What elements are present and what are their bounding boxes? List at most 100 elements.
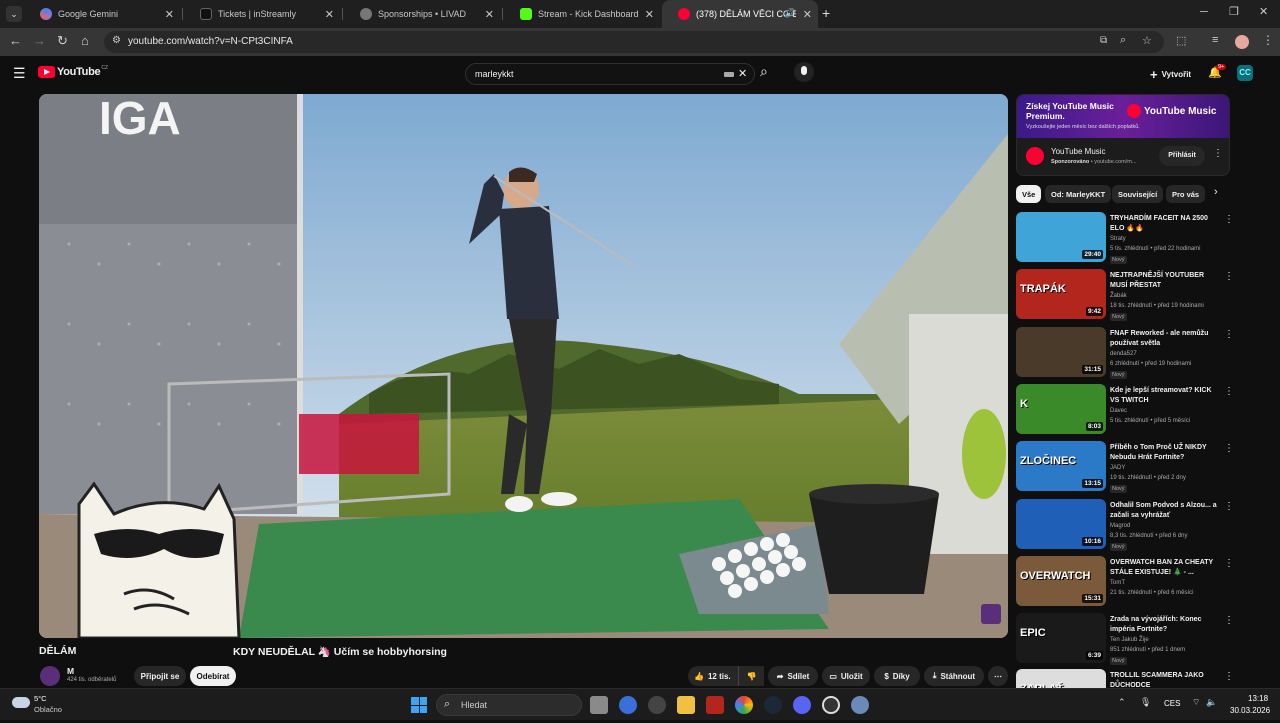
file-explorer-icon[interactable]	[677, 696, 695, 714]
search-icon[interactable]: ⌕	[760, 63, 768, 80]
address-bar[interactable]: ⚙ youtube.com/watch?v=N-CPt3CINFA ⧉ ⌕ ☆	[104, 31, 1164, 53]
subscribe-button[interactable]: Odebírat	[190, 666, 236, 686]
recommendation-item[interactable]: OVERWATCH 15:31 OVERWATCH BAN ZA CHEATY ST…	[1016, 556, 1236, 610]
save-button[interactable]: ▭ Uložit	[822, 666, 870, 686]
volume-icon[interactable]: 🔈	[1206, 697, 1217, 708]
close-icon[interactable]: ✕	[485, 8, 494, 21]
recommendation-title[interactable]: Zrada na vývojářích: Konec impéria Fortn…	[1110, 615, 1222, 635]
recommendation-title[interactable]: FNAF Reworked - ale nemůžu používat svět…	[1110, 329, 1222, 349]
recommendation-channel[interactable]: Magrod	[1110, 523, 1130, 529]
chip-related[interactable]: Související	[1112, 185, 1164, 203]
share-button[interactable]: ➦ Sdílet	[768, 666, 818, 686]
chip-all[interactable]: Vše	[1016, 185, 1042, 203]
chip-for-you[interactable]: Pro vás	[1166, 185, 1206, 203]
recommendation-item[interactable]: 10:16 Odhalil Som Podvod s Alzou... a zač…	[1016, 499, 1236, 553]
minimize-icon[interactable]: ─	[1200, 6, 1208, 18]
extensions-icon[interactable]: ⬚	[1176, 34, 1186, 47]
video-player[interactable]: IGA	[39, 94, 1008, 638]
clock-time[interactable]: 13:18	[1248, 694, 1268, 703]
clear-search-icon[interactable]: ✕	[738, 67, 747, 80]
video-thumbnail[interactable]: 10:16	[1016, 499, 1106, 549]
site-info-icon[interactable]: ⚙	[112, 35, 121, 46]
more-options-icon[interactable]: ⋮	[1224, 386, 1234, 397]
browser-menu-icon[interactable]: ⋮	[1262, 33, 1274, 47]
recommendation-title[interactable]: OVERWATCH BAN ZA CHEATY STÁLE EXISTUJE! …	[1110, 558, 1222, 578]
more-options-icon[interactable]: ⋮	[1224, 443, 1234, 454]
back-icon[interactable]: ←	[9, 33, 22, 48]
tab-youtube-active[interactable]: (378) DĚLÁM VĚCI CO BYCH 🔊 ✕	[662, 0, 818, 28]
search-input[interactable]: marleykkt ✕	[465, 63, 755, 85]
tab-sponsorships-livad[interactable]: Sponsorships • LIVAD ✕	[344, 0, 500, 28]
more-actions-button[interactable]: ⋯	[988, 666, 1008, 686]
windows-start-icon[interactable]	[411, 697, 427, 713]
wifi-icon[interactable]: ⌔	[1192, 697, 1200, 708]
channel-avatar[interactable]	[40, 666, 60, 686]
recommendation-item[interactable]: TRAPÁK 9:42 NEJTRAPNĚJŠÍ YOUTUBER MUSÍ PŘE…	[1016, 269, 1236, 323]
advertiser-avatar[interactable]	[1026, 147, 1044, 165]
microphone-tray-icon[interactable]: 🎙	[1140, 697, 1151, 708]
close-icon[interactable]: ✕	[165, 8, 174, 21]
obs-icon[interactable]	[822, 696, 840, 714]
teams-icon[interactable]	[619, 696, 637, 714]
steam-icon[interactable]	[764, 696, 782, 714]
recommendation-channel[interactable]: JADY	[1110, 465, 1125, 471]
recommendation-title[interactable]: Kde je lepší streamovat? KICK VS TWITCH	[1110, 386, 1222, 406]
bookmark-star-icon[interactable]: ☆	[1142, 34, 1152, 47]
weather-desc[interactable]: Oblačno	[34, 705, 62, 714]
video-thumbnail[interactable]: EPIC 6:39	[1016, 613, 1106, 663]
video-thumbnail[interactable]: TRAPÁK 9:42	[1016, 269, 1106, 319]
forward-icon[interactable]: →	[33, 33, 46, 48]
more-options-icon[interactable]: ⋮	[1224, 501, 1234, 512]
video-thumbnail[interactable]: OVERWATCH 15:31	[1016, 556, 1106, 606]
new-tab-button[interactable]: +	[822, 5, 830, 21]
install-app-icon[interactable]: ⧉	[1100, 35, 1107, 46]
url-text[interactable]: youtube.com/watch?v=N-CPt3CINFA	[128, 36, 293, 47]
youtube-logo[interactable]: YouTube CZ	[38, 65, 108, 78]
channel-name[interactable]: M	[67, 666, 74, 676]
recommendation-title[interactable]: TRYHARDÍM FACEIT NA 2500 ELO 🔥🔥	[1110, 214, 1222, 234]
more-options-icon[interactable]: ⋮	[1224, 615, 1234, 626]
more-options-icon[interactable]: ⋮	[1224, 671, 1234, 682]
more-options-icon[interactable]: ⋮	[1224, 329, 1234, 340]
video-thumbnail[interactable]: K 8:03	[1016, 384, 1106, 434]
recommendation-title[interactable]: Příběh o Tom Proč UŽ NIKDY Nebudu Hrát F…	[1110, 443, 1222, 463]
speaker-icon[interactable]: 🔊	[785, 8, 796, 19]
chip-from-channel[interactable]: Od: MarleyKKT	[1045, 185, 1112, 203]
recommendation-channel[interactable]: Žabák	[1110, 293, 1127, 299]
recommendation-item[interactable]: ZLOČINEC 13:15 Příběh o Tom Proč UŽ NIKDY …	[1016, 441, 1236, 495]
tab-tickets-instreamly[interactable]: Tickets | inStreamly ✕	[184, 0, 340, 28]
app-icon[interactable]	[648, 696, 666, 714]
search-value[interactable]: marleykkt	[475, 69, 514, 79]
recommendation-item[interactable]: 31:15 FNAF Reworked - ale nemůžu používat…	[1016, 327, 1236, 381]
tab-google-gemini[interactable]: Google Gemini ✕	[24, 0, 180, 28]
ad-banner[interactable]: Získej YouTube Music Premium. Vyzkoušejt…	[1017, 95, 1229, 138]
download-button[interactable]: ⤓ Stáhnout	[924, 666, 984, 686]
recommendation-title[interactable]: Odhalil Som Podvod s Alzou... a začali s…	[1110, 501, 1222, 521]
recommendation-channel[interactable]: Straty	[1110, 236, 1126, 242]
chrome-icon[interactable]	[735, 696, 753, 714]
video-thumbnail[interactable]: 29:40	[1016, 212, 1106, 262]
reload-icon[interactable]: ↻	[57, 33, 68, 49]
video-thumbnail[interactable]: ZLOČINEC 13:15	[1016, 441, 1106, 491]
close-icon[interactable]: ✕	[325, 8, 334, 21]
more-options-icon[interactable]: ⋮	[1224, 558, 1234, 569]
taskbar-search[interactable]: ⌕ Hledat	[436, 694, 582, 716]
close-icon[interactable]: ✕	[803, 8, 812, 21]
create-button[interactable]: + Vytvořit	[1150, 67, 1191, 82]
dislike-button[interactable]: 👎	[738, 666, 764, 686]
task-view-icon[interactable]	[590, 696, 608, 714]
recommendation-item[interactable]: K 8:03 Kde je lepší streamovat? KICK VS TW…	[1016, 384, 1236, 438]
thanks-button[interactable]: $ Díky	[874, 666, 920, 686]
recommendation-item[interactable]: 29:40 TRYHARDÍM FACEIT NA 2500 ELO 🔥🔥 Stra…	[1016, 212, 1236, 266]
reading-list-icon[interactable]: ≡	[1212, 34, 1218, 46]
weather-temp[interactable]: 5°C	[34, 694, 47, 703]
close-window-icon[interactable]: ✕	[1259, 5, 1268, 18]
ad-menu-icon[interactable]: ⋮	[1213, 148, 1223, 159]
recommendation-channel[interactable]: Ten Jakub Žije	[1110, 637, 1149, 643]
join-button[interactable]: Připojit se	[134, 666, 186, 686]
ad-cta-button[interactable]: Přihlásit	[1159, 146, 1205, 166]
recommendation-title[interactable]: NEJTRAPNĚJŠÍ YOUTUBER MUSÍ PŘESTAT	[1110, 271, 1222, 291]
zoom-icon[interactable]: ⌕	[1120, 34, 1126, 47]
maximize-icon[interactable]: ❐	[1229, 5, 1239, 18]
discord-icon[interactable]	[793, 696, 811, 714]
